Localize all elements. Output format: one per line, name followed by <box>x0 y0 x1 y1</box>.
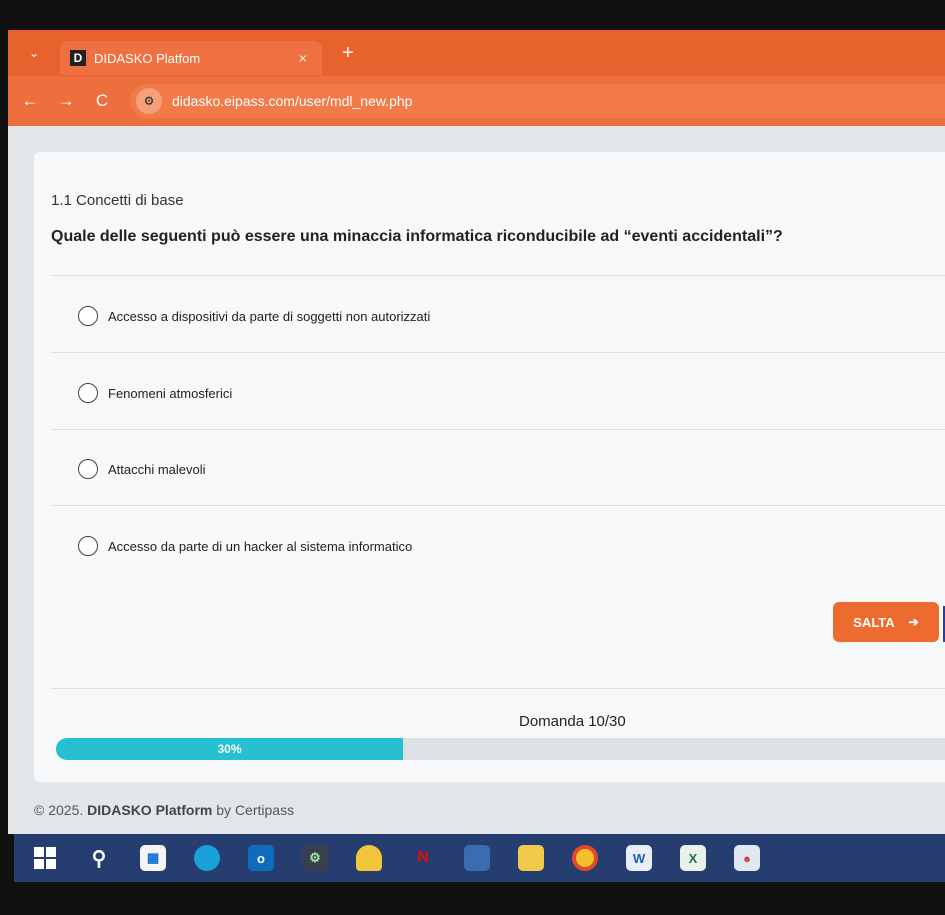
answer-label: Attacchi malevoli <box>108 461 206 477</box>
progress-fill: 30% <box>56 738 403 760</box>
windows-start-icon[interactable] <box>32 845 58 871</box>
chrome-icon[interactable] <box>572 845 598 871</box>
reload-button[interactable]: C <box>88 91 116 111</box>
radio-button[interactable] <box>78 459 98 479</box>
tab-search-dropdown-icon[interactable]: ⌄ <box>14 38 54 68</box>
address-bar[interactable]: ⚙ didasko.eipass.com/user/mdl_new.php <box>130 84 945 118</box>
file-explorer-icon[interactable] <box>518 845 544 871</box>
footer-brand: DIDASKO Platform <box>87 802 213 818</box>
copyright-text: © 2025. <box>34 802 84 818</box>
taskbar: ⚲ ▦ o ⚙ N W X ● <box>14 834 945 882</box>
tab-title: DIDASKO Platfom <box>94 50 201 66</box>
word-icon[interactable]: W <box>626 845 652 871</box>
answer-option-4[interactable]: Accesso da parte di un hacker al sistema… <box>78 536 412 556</box>
netflix-icon[interactable]: N <box>410 845 436 871</box>
close-tab-icon[interactable]: × <box>294 50 312 66</box>
answer-option-2[interactable]: Fenomeni atmosferici <box>78 383 232 403</box>
radio-button[interactable] <box>78 306 98 326</box>
answer-option-1[interactable]: Accesso a dispositivi da parte di sogget… <box>78 306 430 326</box>
page-viewport: 1.1 Concetti di base Quale delle seguent… <box>8 126 945 834</box>
section-title: 1.1 Concetti di base <box>51 192 184 209</box>
didasko-favicon-icon: D <box>70 50 86 66</box>
forward-button[interactable]: → <box>52 91 80 111</box>
excel-icon[interactable]: X <box>680 845 706 871</box>
image-app-icon[interactable]: ● <box>734 845 760 871</box>
quiz-card: 1.1 Concetti di base Quale delle seguent… <box>34 152 945 782</box>
question-counter: Domanda 10/30 <box>519 713 626 730</box>
answer-option-3[interactable]: Attacchi malevoli <box>78 459 206 479</box>
store-icon[interactable]: ▦ <box>140 845 166 871</box>
answer-label: Fenomeni atmosferici <box>108 385 233 401</box>
question-text: Quale delle seguenti può essere una mina… <box>51 228 783 245</box>
progress-bar: 30% <box>56 738 945 760</box>
divider <box>51 275 945 276</box>
outlook-icon[interactable]: o <box>248 845 274 871</box>
site-info-icon[interactable]: ⚙ <box>136 88 162 114</box>
browser-tab-bar: ⌄ D DIDASKO Platfom × + <box>8 30 945 76</box>
footer-by: by Certipass <box>216 802 295 818</box>
divider <box>51 352 945 353</box>
browser-toolbar: ← → C ⚙ didasko.eipass.com/user/mdl_new.… <box>8 76 945 126</box>
weather-icon[interactable] <box>356 845 382 871</box>
answer-label: Accesso da parte di un hacker al sistema… <box>108 538 413 554</box>
edge-icon[interactable] <box>194 845 220 871</box>
new-tab-button[interactable]: + <box>342 42 354 65</box>
app-icon[interactable] <box>464 845 490 871</box>
url-text[interactable]: didasko.eipass.com/user/mdl_new.php <box>172 93 412 109</box>
skip-button[interactable]: SALTA ➔ <box>833 602 939 642</box>
back-button[interactable]: ← <box>16 91 44 111</box>
divider <box>51 429 945 430</box>
tab-didasko[interactable]: D DIDASKO Platfom × <box>60 41 322 75</box>
answer-label: Accesso a dispositivi da parte di sogget… <box>108 308 431 324</box>
divider <box>51 688 945 689</box>
skip-label: SALTA <box>853 614 895 630</box>
footer: © 2025. DIDASKO Platform by Certipass <box>34 802 294 818</box>
arrow-right-icon: ➔ <box>908 615 919 629</box>
search-icon[interactable]: ⚲ <box>86 845 112 871</box>
radio-button[interactable] <box>78 383 98 403</box>
teams-icon[interactable]: ⚙ <box>302 845 328 871</box>
radio-button[interactable] <box>78 536 98 556</box>
divider <box>51 505 945 506</box>
